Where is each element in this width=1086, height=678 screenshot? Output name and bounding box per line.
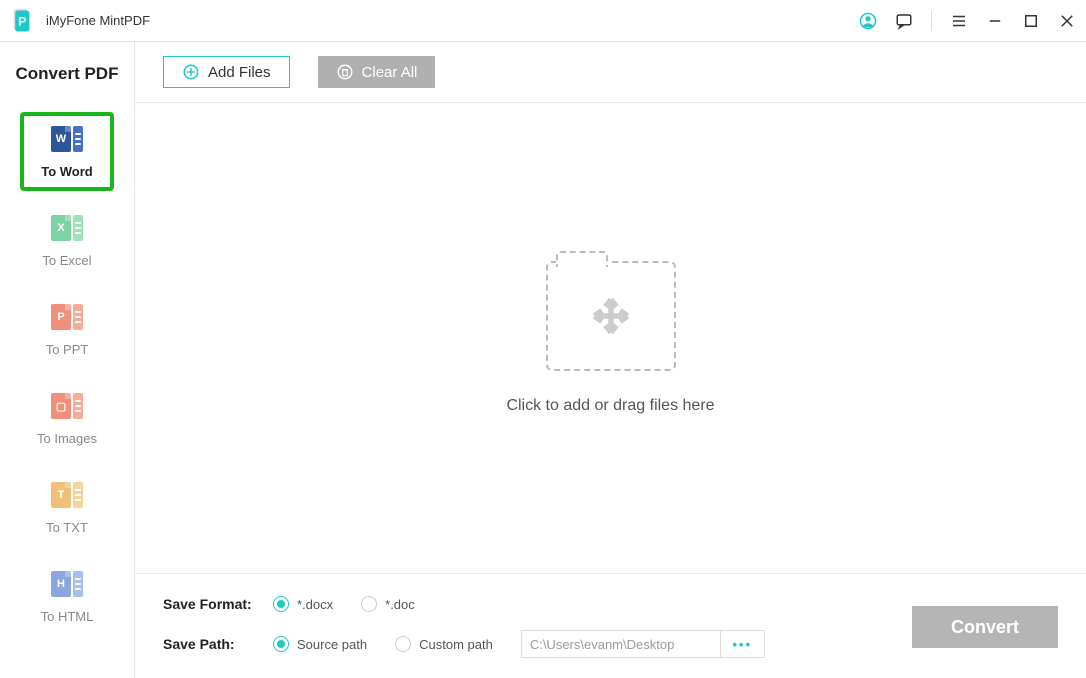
sidebar-item-to-excel[interactable]: X To Excel [20,201,114,280]
sidebar-item-to-txt[interactable]: T To TXT [20,468,114,547]
sidebar-item-label: To Excel [24,253,110,268]
add-files-button[interactable]: Add Files [163,56,290,88]
titlebar-divider [931,11,932,31]
dropzone-text: Click to add or drag files here [506,397,714,415]
radio-path-custom-label: Custom path [419,637,493,652]
radio-path-custom[interactable] [395,636,411,652]
close-icon[interactable] [1058,12,1076,30]
sidebar-item-to-ppt[interactable]: P To PPT [20,290,114,369]
excel-icon: X [50,215,84,245]
save-format-label: Save Format: [163,596,273,612]
radio-path-source-label: Source path [297,637,367,652]
add-files-label: Add Files [208,64,271,81]
sidebar-item-label: To HTML [24,609,110,624]
radio-format-doc-label: *.doc [385,597,415,612]
app-logo-icon: P [10,7,38,35]
app-title: iMyFone MintPDF [46,13,150,28]
txt-icon: T [50,482,84,512]
images-icon: ▢ [50,393,84,423]
path-input[interactable] [521,630,721,658]
clear-all-button[interactable]: Clear All [318,56,436,88]
sidebar-item-label: To PPT [24,342,110,357]
word-icon: W [50,126,84,156]
maximize-icon[interactable] [1022,12,1040,30]
sidebar-item-label: To Word [24,164,110,179]
radio-format-docx-label: *.docx [297,597,333,612]
sidebar-item-to-images[interactable]: ▢ To Images [20,379,114,458]
html-icon: H [50,571,84,601]
sidebar-title: Convert PDF [0,64,134,84]
browse-path-button[interactable]: ••• [721,630,765,658]
feedback-icon[interactable] [895,12,913,30]
sidebar: Convert PDF W To Word X To Excel P To PP… [0,42,135,678]
radio-format-docx[interactable] [273,596,289,612]
titlebar: P iMyFone MintPDF [0,0,1086,42]
trash-icon [336,63,354,81]
clear-all-label: Clear All [362,64,418,81]
menu-icon[interactable] [950,12,968,30]
plus-circle-icon [182,63,200,81]
sidebar-item-to-word[interactable]: W To Word [20,112,114,191]
toolbar: Add Files Clear All [135,42,1086,102]
main-panel: Add Files Clear All Click to add or drag… [135,42,1086,678]
ppt-icon: P [50,304,84,334]
radio-path-source[interactable] [273,636,289,652]
account-icon[interactable] [859,12,877,30]
convert-button[interactable]: Convert [912,606,1058,648]
dropzone-folder-icon [546,261,676,371]
minimize-icon[interactable] [986,12,1004,30]
sidebar-item-label: To Images [24,431,110,446]
sidebar-item-to-html[interactable]: H To HTML [20,557,114,636]
bottom-panel: Save Format: *.docx *.doc Save Path: [135,573,1086,678]
dropzone[interactable]: Click to add or drag files here [135,102,1086,573]
save-path-label: Save Path: [163,636,273,652]
radio-format-doc[interactable] [361,596,377,612]
sidebar-item-label: To TXT [24,520,110,535]
svg-text:P: P [18,14,26,28]
